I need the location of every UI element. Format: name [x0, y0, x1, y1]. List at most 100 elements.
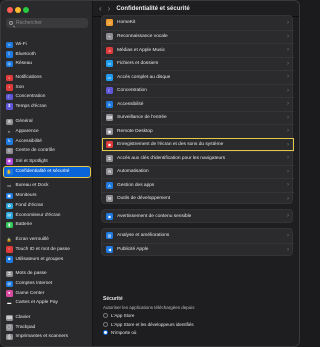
forward-button[interactable]: ›	[108, 4, 111, 13]
search-placeholder: Rechercher	[16, 20, 42, 26]
sidebar-item-bureau-et-dock[interactable]: ▭ Bureau et Dock	[4, 181, 90, 191]
sidebar-item-label: Utilisateurs et groupes	[15, 256, 64, 262]
radio-n-importe-ou[interactable]: N'importe où	[103, 330, 136, 335]
battery-icon: ▮	[6, 221, 13, 229]
row-label: Fichiers et dossiers	[117, 61, 159, 67]
sidebar-item-batterie[interactable]: ▮ Batterie	[4, 220, 90, 230]
eye-icon: ◉	[106, 212, 113, 220]
close-window-button[interactable]	[7, 7, 13, 13]
sidebar-item-comptes-internet[interactable]: @ Comptes Internet	[4, 279, 90, 289]
sidebar-item-apparence[interactable]: ◐ Apparence	[4, 127, 90, 137]
sidebar-item-wi-fi[interactable]: ≈ Wi-Fi	[4, 40, 90, 50]
privacy-row-remote-desktop[interactable]: ▣ Remote Desktop ›	[102, 124, 294, 138]
privacy-row-fichiers-et-dossiers[interactable]: ▭ Fichiers et dossiers ›	[102, 56, 294, 71]
privacy-row-medias-et-apple-music[interactable]: ♫ Médias et Apple Music ›	[102, 43, 294, 57]
sidebar-item-temps-d-ecran[interactable]: ⧗ Temps d'écran	[4, 102, 90, 112]
privacy-row-outils-de-developpement[interactable]: ⚒ Outils de développement ›	[102, 191, 294, 206]
settings-window: Rechercher ≈ Wi-Fi ᛒ Bluetooth ◎ Réseau • Notif…	[0, 0, 300, 347]
sensitive-content-row[interactable]: ◉ Avertissement de contenu sensible ›	[102, 210, 294, 222]
sidebar-item-label: Batterie	[15, 222, 33, 228]
chevron-right-icon: ›	[287, 213, 289, 219]
sidebar-item-bluetooth[interactable]: ᛒ Bluetooth	[4, 50, 90, 60]
fingerprint-icon: ◌	[6, 246, 13, 253]
screen-record-icon: ◉	[106, 141, 113, 149]
sidebar-item-economiseur-d-ecran[interactable]: ▤ Économiseur d'écran	[4, 211, 90, 221]
sidebar: Rechercher ≈ Wi-Fi ᛒ Bluetooth ◎ Réseau • Notif…	[1, 1, 93, 346]
privacy-row-publicite-apple[interactable]: ◀ Publicité Apple ›	[102, 242, 294, 257]
privacy-row-accessibilite[interactable]: ♿ Accessibilité ›	[102, 97, 294, 111]
siri-icon: ◉	[6, 158, 13, 165]
privacy-row-gestion-des-apps[interactable]: A Gestion des apps ›	[102, 178, 294, 192]
sidebar-item-imprimantes-et-scanners[interactable]: ⎙ Imprimantes et scanners	[4, 332, 90, 342]
at-icon: @	[6, 280, 13, 288]
sidebar-item-cartes-et-apple-pay[interactable]: ▬ Cartes et Apple Pay	[4, 298, 90, 308]
row-label: Concentration	[117, 88, 147, 94]
sidebar-item-concentration[interactable]: ☾ Concentration	[4, 92, 90, 102]
privacy-row-concentration[interactable]: ☾ Concentration ›	[102, 83, 294, 98]
row-label: Outils de développement	[117, 196, 171, 202]
sidebar-item-clavier[interactable]: ⌨ Clavier	[4, 313, 90, 323]
sidebar-item-trackpad[interactable]: ▢ Trackpad	[4, 323, 90, 333]
chevron-right-icon: ›	[287, 232, 289, 239]
disk-icon: ▭	[106, 73, 113, 81]
sidebar-item-confidentialite-et-securite[interactable]: ✋ Confidentialité et sécurité	[3, 166, 91, 178]
app-store-icon: A	[106, 181, 113, 189]
radio-dot-icon	[103, 330, 108, 335]
control-center-icon: ≡	[6, 147, 13, 155]
sidebar-item-reseau[interactable]: ◎ Réseau	[4, 59, 90, 69]
radio-l-app-store-et-les-developpeurs-identifies[interactable]: L'App Store et les développeurs identifi…	[103, 321, 194, 327]
search-input[interactable]: Rechercher	[6, 18, 88, 28]
back-button[interactable]: ‹	[99, 4, 102, 13]
sidebar-item-label: Comptes Internet	[15, 281, 53, 287]
privacy-row-reconnaissance-vocale[interactable]: ∿ Reconnaissance vocale ›	[102, 29, 294, 44]
analytics-group: ▥ Analyse et améliorations › ◀ Publicité App…	[101, 228, 294, 257]
sidebar-item-ecran-verrouille[interactable]: 🔒 Écran verrouillé	[4, 235, 90, 245]
chevron-right-icon: ›	[287, 182, 289, 189]
sidebar-item-label: Notifications	[15, 75, 42, 81]
sidebar-item-siri-et-spotlight[interactable]: ◉ Siri et Spotlight	[4, 157, 90, 167]
main-pane: ‹ › Confidentialité et sécurité ⌂ HomeKit…	[93, 1, 299, 346]
privacy-row-acces-aux-cles-d-identification-pour-les-navigateurs[interactable]: ⚿ Accès aux clés d'identification pour le…	[102, 151, 294, 165]
privacy-row-surveillance-de-l-entree[interactable]: ⌨ Surveillance de l'entrée ›	[102, 110, 294, 125]
privacy-row-automatisation[interactable]: ⚙ Automatisation ›	[102, 164, 294, 179]
sidebar-item-accessibilite[interactable]: ♿ Accessibilité	[4, 137, 90, 147]
search-icon	[9, 21, 13, 25]
sidebar-item-label: Centre de contrôle	[15, 148, 55, 154]
sidebar-item-label: Trackpad	[15, 324, 36, 330]
sidebar-item-moniteurs[interactable]: ▣ Moniteurs	[4, 191, 90, 201]
wifi-icon: ≈	[6, 41, 13, 49]
gear-icon: ⚙	[6, 118, 13, 126]
radio-label: L'App Store et les développeurs identifi…	[111, 321, 194, 327]
keyboard-icon: ⌨	[6, 314, 13, 322]
sidebar-item-touch-id-et-mot-de-passe[interactable]: ◌ Touch ID et mot de passe	[4, 245, 90, 255]
sidebar-item-son[interactable]: ♪ Son	[4, 83, 90, 93]
sidebar-item-label: Mots de passe	[15, 271, 47, 277]
trackpad-icon: ▢	[6, 324, 13, 331]
wallet-icon: ▬	[6, 299, 13, 307]
sidebar-item-notifications[interactable]: • Notifications	[4, 73, 90, 83]
sidebar-item-label: Wi-Fi	[15, 42, 27, 48]
sidebar-item-utilisateurs-et-groupes[interactable]: ☻ Utilisateurs et groupes	[4, 255, 90, 265]
sidebar-item-game-center[interactable]: ● Game Center	[4, 289, 90, 299]
radio-l-app-store[interactable]: L'App Store	[103, 313, 134, 318]
sidebar-item-label: Touch ID et mot de passe	[15, 246, 70, 252]
privacy-row-analyse-et-ameliorations[interactable]: ▥ Analyse et améliorations ›	[102, 229, 294, 243]
row-label: Analyse et améliorations	[117, 233, 170, 239]
privacy-row-enregistrement-de-l-ecran-et-des-sons-du-systeme[interactable]: ◉ Enregistrement de l'écran et des sons d…	[102, 137, 294, 151]
analytics-icon: ▥	[106, 232, 113, 240]
sidebar-item-label: Général	[15, 119, 33, 125]
zoom-window-button[interactable]	[23, 7, 29, 13]
row-label: HomeKit	[117, 20, 136, 26]
sidebar-item-general[interactable]: ⚙ Général	[4, 117, 90, 127]
sidebar-item-label: Accessibilité	[15, 138, 42, 144]
moon-icon: ☾	[106, 87, 113, 95]
sidebar-item-mots-de-passe[interactable]: ⚿ Mots de passe	[4, 269, 90, 279]
minimize-window-button[interactable]	[15, 7, 21, 13]
sidebar-item-fond-d-ecran[interactable]: ✿ Fond d'écran	[4, 201, 90, 211]
privacy-row-acces-complet-au-disque[interactable]: ▭ Accès complet au disque ›	[102, 70, 294, 84]
privacy-row-homekit[interactable]: ⌂ HomeKit ›	[102, 16, 294, 30]
sidebar-item-label: Siri et Spotlight	[15, 158, 48, 164]
chevron-right-icon: ›	[287, 47, 289, 54]
radio-label: L'App Store	[111, 313, 135, 318]
sidebar-item-centre-de-controle[interactable]: ≡ Centre de contrôle	[4, 146, 90, 156]
